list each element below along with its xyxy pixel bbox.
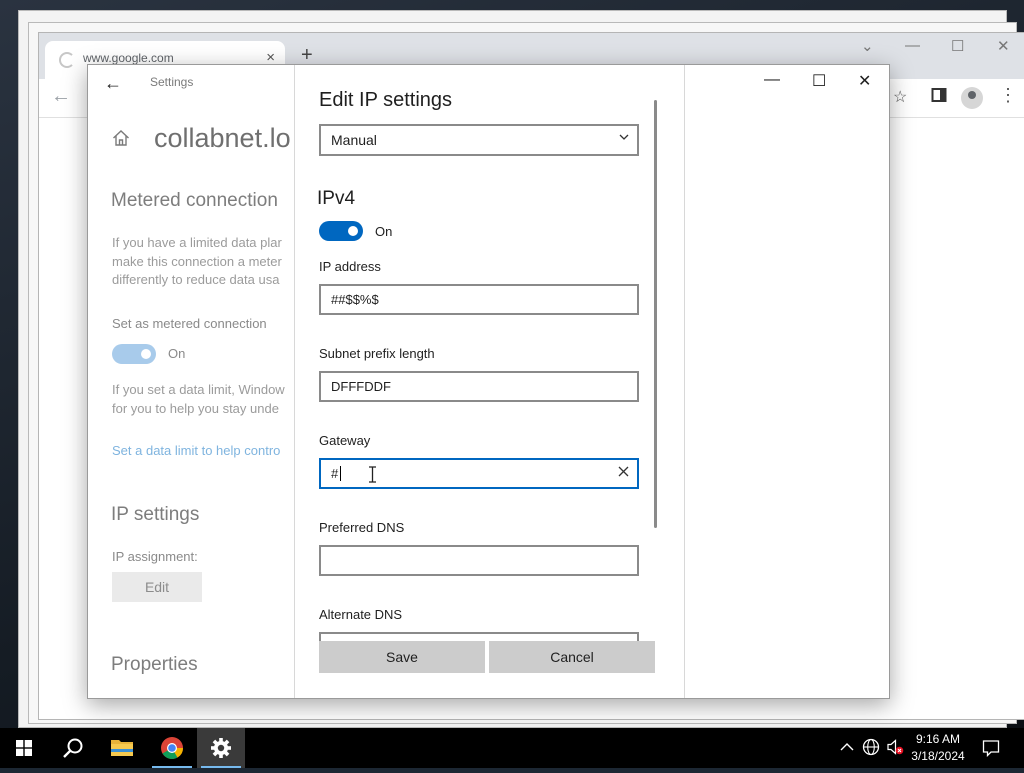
app-title: Settings [150,75,194,89]
settings-network-page: ← Settings collabnet.lo Metered connecti… [88,65,294,698]
subnet-prefix-value: DFFFDDF [331,379,391,394]
text-cursor-icon [369,466,376,483]
search-icon[interactable] [62,737,84,759]
data-limit-desc-line: for you to help you stay unde [112,401,279,416]
ip-mode-dropdown[interactable]: Manual [319,124,639,156]
edit-ip-button[interactable]: Edit [112,572,202,602]
subnet-prefix-label: Subnet prefix length [319,346,435,361]
ip-address-label: IP address [319,259,381,274]
ip-address-input[interactable]: ##$$%$ [319,284,639,315]
ipv4-toggle[interactable] [319,221,363,241]
gateway-value: # [331,466,339,481]
back-arrow-icon[interactable]: ← [104,73,122,94]
sidebar-icon[interactable] [931,87,947,108]
metered-desc-line: If you have a limited data plar [112,235,282,250]
profile-icon[interactable] [961,87,983,109]
metered-desc-line: make this connection a meter [112,254,282,269]
ipv4-toggle-state: On [375,224,393,239]
preferred-dns-label: Preferred DNS [319,520,405,535]
loading-spinner-icon [59,52,75,68]
network-name: collabnet.lo [154,123,291,153]
properties-heading: Properties [111,654,198,675]
maximize-icon[interactable]: ☐ [812,71,826,91]
metered-desc-line: differently to reduce data usa [112,272,280,287]
toggle-knob [348,226,358,236]
subnet-prefix-input[interactable]: DFFFDDF [319,371,639,402]
chrome-icon[interactable] [148,728,196,768]
chevron-down-icon [619,134,629,140]
browser-minimize-icon[interactable]: — [905,37,920,54]
dialog-title: Edit IP settings [319,89,453,111]
settings-gear-icon[interactable] [197,728,245,768]
ip-settings-heading: IP settings [111,504,200,525]
clock-date: 3/18/2024 [911,749,965,763]
speaker-muted-icon[interactable] [886,738,904,756]
globe-icon[interactable] [862,738,880,756]
ipv4-heading: IPv4 [317,188,356,209]
alternate-dns-label: Alternate DNS [319,607,403,622]
notification-icon[interactable] [982,739,1000,757]
preferred-dns-input[interactable] [319,545,639,576]
system-clock[interactable]: 9:16 AM 3/18/2024 [906,731,970,765]
metered-heading: Metered connection [111,190,278,211]
taskbar: 9:16 AM 3/18/2024 [0,728,1024,768]
text-caret [340,466,341,481]
metered-toggle[interactable] [112,344,156,364]
close-icon[interactable]: ✕ [858,71,871,91]
toggle-knob [141,349,151,359]
gateway-label: Gateway [319,433,371,448]
home-icon[interactable] [112,129,130,147]
browser-close-icon[interactable]: ✕ [997,37,1010,55]
ip-address-value: ##$$%$ [331,292,379,307]
windows-start-icon[interactable] [16,740,32,756]
dropdown-value: Manual [331,132,377,148]
tab-search-icon[interactable]: ⌄ [861,37,874,55]
browser-back-icon[interactable]: ← [51,85,71,108]
cancel-button[interactable]: Cancel [489,641,655,673]
browser-maximize-icon[interactable]: ☐ [951,37,964,55]
settings-window: ← Settings collabnet.lo Metered connecti… [87,64,890,699]
gateway-input[interactable]: # [319,458,639,489]
data-limit-desc-line: If you set a data limit, Window [112,382,285,397]
star-icon[interactable]: ☆ [893,87,907,107]
edit-ip-dialog: Edit IP settings Manual IPv4 On IP addre… [294,65,685,698]
dialog-scrollbar[interactable] [654,100,657,528]
browser-menu-icon[interactable]: ⋮ [999,85,1017,106]
chevron-up-icon[interactable] [838,738,856,756]
minimize-icon[interactable]: — [764,71,780,89]
file-explorer-icon[interactable] [98,728,146,768]
tab-title: www.google.com [83,51,174,65]
save-button[interactable]: Save [319,641,485,673]
clear-icon[interactable] [618,466,629,477]
ip-assignment-label: IP assignment: [112,549,198,564]
clock-time: 9:16 AM [915,732,961,746]
data-limit-link[interactable]: Set a data limit to help contro [112,443,280,458]
metered-toggle-label: Set as metered connection [112,316,267,331]
metered-toggle-state: On [168,346,186,361]
